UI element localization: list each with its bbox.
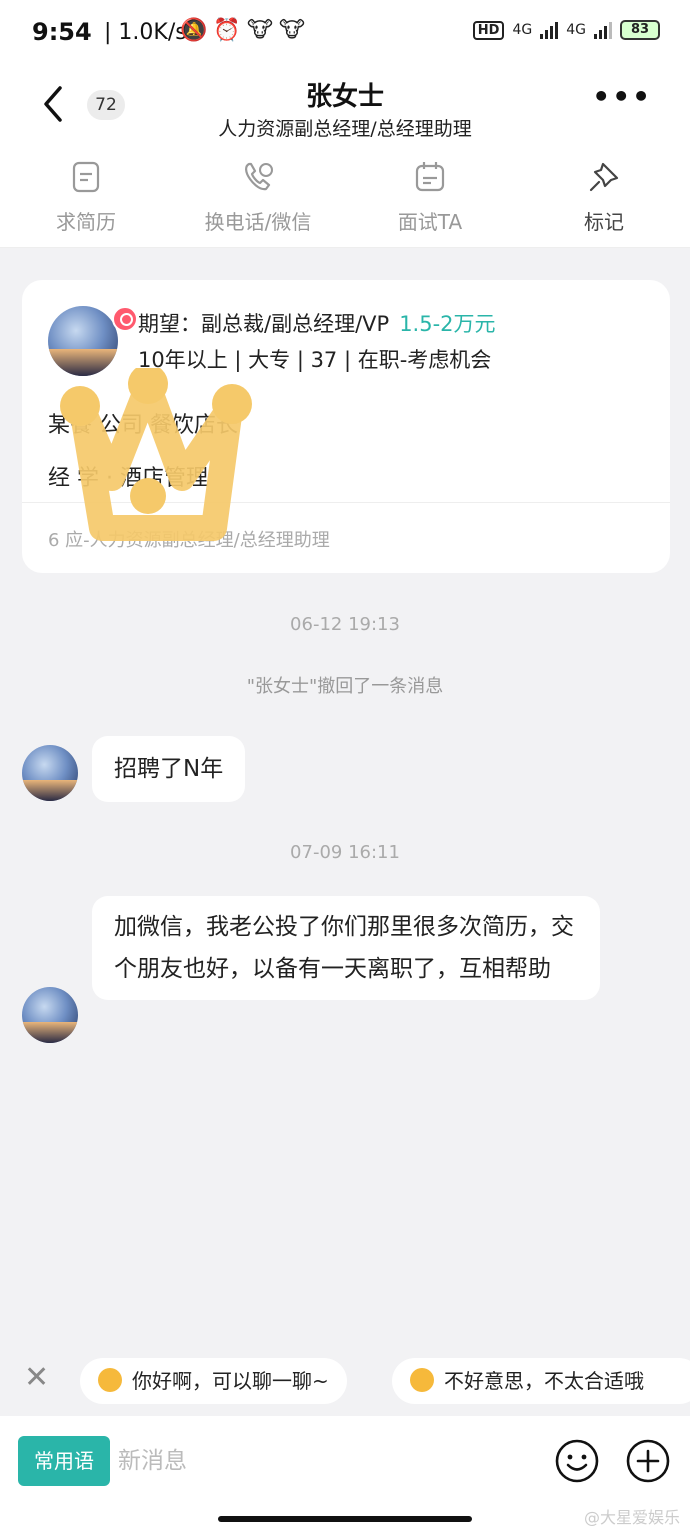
plus-icon[interactable] bbox=[625, 1438, 671, 1484]
network-speed: | 1.0K/s bbox=[104, 20, 187, 45]
input-bar: 常用语 @大星爱娱乐 bbox=[0, 1416, 690, 1533]
interview-button[interactable]: 面试TA bbox=[344, 160, 516, 235]
message-bubble[interactable]: 招聘了N年 bbox=[92, 736, 246, 802]
signal-icon bbox=[594, 21, 612, 39]
action-label: 面试TA bbox=[397, 210, 463, 234]
action-label: 标记 bbox=[584, 210, 624, 234]
app-notification-icon: 🐮 bbox=[278, 18, 311, 43]
salary: 1.5-2万元 bbox=[399, 312, 496, 336]
signal-icon bbox=[540, 21, 559, 39]
emoji-icon[interactable] bbox=[554, 1438, 600, 1484]
app-notification-icon: 🐮 bbox=[246, 18, 279, 43]
action-label: 换电话/微信 bbox=[204, 210, 312, 234]
pray-emoji-icon bbox=[410, 1368, 434, 1392]
avatar[interactable] bbox=[22, 987, 78, 1043]
status-bar: 9:54 | 1.0K/s 🔕⏰🐮🐮 HD 4G 4G 83 bbox=[0, 0, 690, 70]
message-timestamp: 07-09 16:11 bbox=[290, 842, 400, 863]
exchange-contact-button[interactable]: 换电话/微信 bbox=[172, 160, 344, 235]
avatar[interactable] bbox=[48, 306, 118, 376]
home-indicator[interactable] bbox=[218, 1516, 472, 1522]
status-time: 9:54 bbox=[32, 18, 92, 46]
battery-icon: 83 bbox=[620, 20, 660, 40]
mark-button[interactable]: 标记 bbox=[518, 160, 690, 235]
avatar[interactable] bbox=[22, 745, 78, 801]
message-bubble[interactable]: 加微信，我老公投了你们那里很多次简历，交个朋友也好，以备有一天离职了，互相帮助 bbox=[92, 896, 600, 1000]
action-row: 求简历 换电话/微信 面试TA 标记 bbox=[0, 150, 690, 248]
more-options-button[interactable]: ••• bbox=[592, 80, 652, 113]
alarm-icon: ⏰ bbox=[213, 18, 247, 43]
action-label: 求简历 bbox=[56, 210, 116, 234]
hd-icon: HD bbox=[472, 20, 505, 40]
pin-icon bbox=[589, 162, 619, 192]
status-icons: 🔕⏰🐮🐮 bbox=[180, 18, 311, 43]
message-timestamp: 06-12 19:13 bbox=[290, 614, 400, 635]
close-icon[interactable]: ✕ bbox=[24, 1360, 49, 1395]
crown-sticker-icon bbox=[60, 368, 252, 541]
calendar-icon bbox=[415, 162, 445, 192]
phone-icon bbox=[245, 162, 273, 191]
contact-position: 人力资源副总经理/总经理助理 bbox=[218, 118, 472, 140]
network-type-1: 4G bbox=[512, 22, 533, 38]
contact-name: 张女士 bbox=[305, 82, 384, 112]
quick-reply-chip[interactable]: 不好意思，不太合适哦 bbox=[392, 1358, 690, 1404]
resume-icon bbox=[72, 161, 100, 193]
candidate-card[interactable]: 期望：副总裁/副总经理/VP 1.5-2万元 10年以上 | 大专 | 37 | … bbox=[22, 280, 670, 573]
network-type-2: 4G bbox=[566, 22, 586, 38]
status-right: HD 4G 4G 83 bbox=[472, 20, 660, 40]
chat-header: 72 张女士 人力资源副总经理/总经理助理 ••• bbox=[0, 70, 690, 150]
quick-reply-text: 不好意思，不太合适哦 bbox=[444, 1369, 644, 1393]
quick-reply-chip[interactable]: 你好啊，可以聊一聊~ bbox=[80, 1358, 347, 1404]
expectation-line: 期望：副总裁/副总经理/VP 1.5-2万元 bbox=[138, 308, 496, 338]
watermark: @大星爱娱乐 bbox=[583, 1508, 680, 1527]
wave-emoji-icon bbox=[98, 1368, 122, 1392]
quick-reply-bar: ✕ 你好啊，可以聊一聊~ 不好意思，不太合适哦 bbox=[0, 1354, 690, 1414]
quick-reply-text: 你好啊，可以聊一聊~ bbox=[132, 1369, 329, 1393]
mute-icon: 🔕 bbox=[180, 18, 214, 43]
common-phrases-button[interactable]: 常用语 bbox=[18, 1436, 110, 1486]
request-resume-button[interactable]: 求简历 bbox=[0, 160, 172, 235]
search-badge-icon bbox=[112, 306, 138, 332]
message-input[interactable] bbox=[118, 1436, 538, 1486]
expectation: 期望：副总裁/副总经理/VP bbox=[138, 312, 390, 336]
recall-notice: "张女士"撤回了一条消息 bbox=[246, 676, 444, 697]
